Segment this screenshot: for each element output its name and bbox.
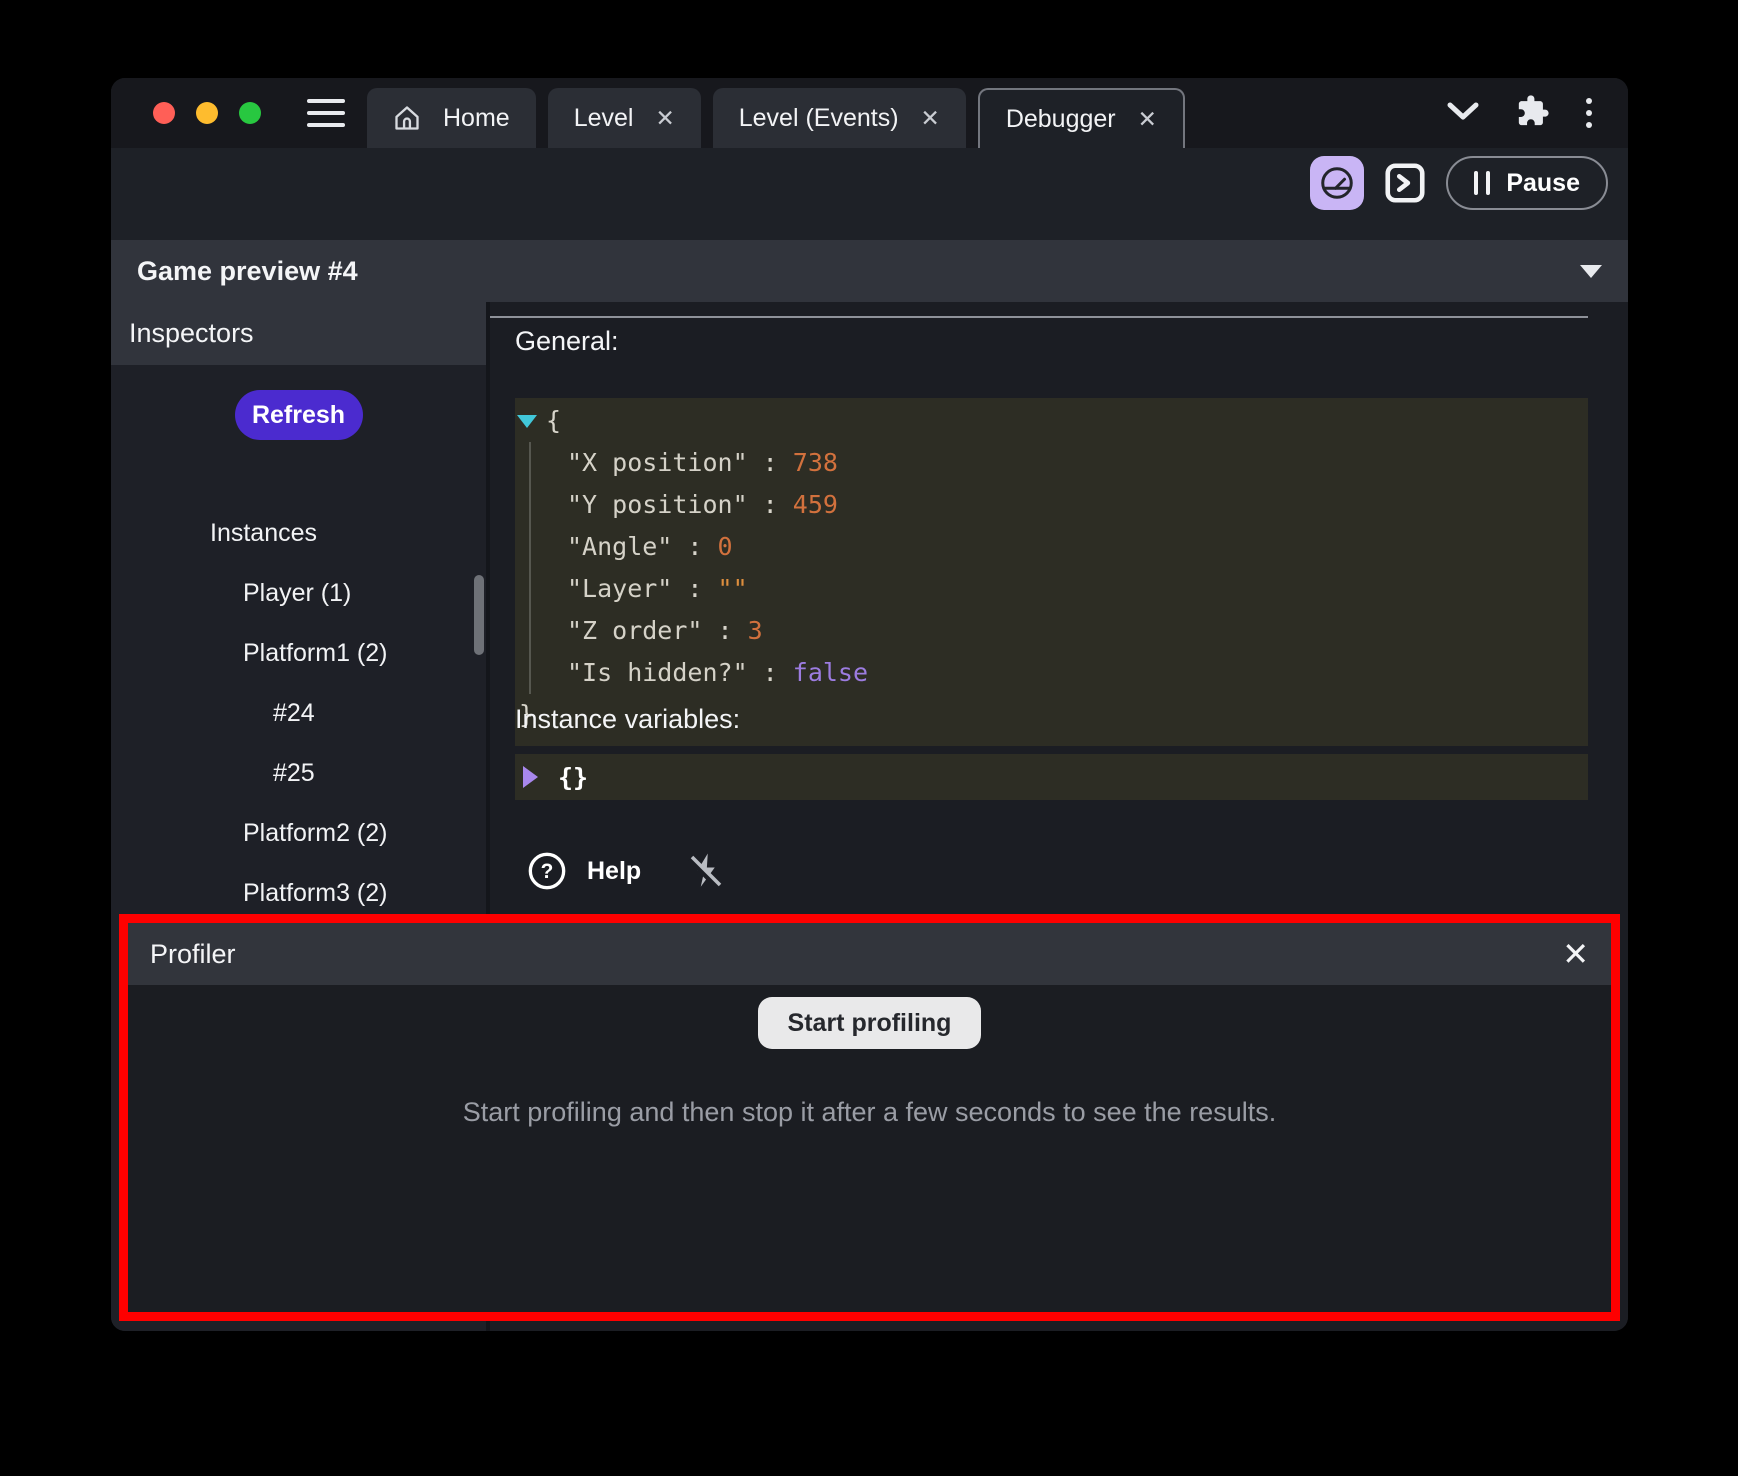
sidebar-item-platform2[interactable]: Platform2 (2)	[111, 803, 486, 863]
game-preview-header[interactable]: Game preview #4	[111, 240, 1628, 302]
flash-off-icon[interactable]	[685, 850, 727, 892]
json-value[interactable]: 3	[748, 616, 763, 645]
json-value[interactable]: false	[793, 658, 868, 687]
json-row: "Z order" : 3	[567, 610, 1588, 652]
profiler-description: Start profiling and then stop it after a…	[463, 1097, 1276, 1128]
help-label: Help	[587, 857, 641, 886]
profiler-body: Start profiling Start profiling and then…	[128, 985, 1611, 1128]
sidebar-item-instances[interactable]: Instances	[111, 503, 486, 563]
sidebar-scrollbar[interactable]	[474, 575, 484, 655]
menu-icon[interactable]	[307, 99, 345, 127]
instance-variables-viewer: {}	[515, 754, 1588, 800]
instance-variables-label: Instance variables:	[515, 704, 740, 735]
pause-button[interactable]: Pause	[1446, 156, 1608, 210]
zoom-window-button[interactable]	[239, 102, 261, 124]
tab-level-events[interactable]: Level (Events) ✕	[713, 88, 966, 148]
more-options-icon[interactable]	[1586, 98, 1592, 128]
sidebar-item-instance-24[interactable]: #24	[111, 683, 486, 743]
sidebar-item-platform1[interactable]: Platform1 (2)	[111, 623, 486, 683]
console-icon	[1382, 160, 1428, 206]
profiler-title: Profiler	[150, 939, 236, 970]
close-icon[interactable]: ✕	[655, 107, 674, 130]
variables-value: {}	[558, 763, 588, 792]
json-open-brace: {	[546, 400, 561, 442]
gauge-icon	[1319, 165, 1355, 201]
json-value[interactable]: 0	[718, 532, 733, 561]
traffic-lights	[153, 102, 261, 124]
tab-label: Level (Events)	[739, 104, 899, 133]
tab-label: Debugger	[1006, 105, 1116, 134]
home-icon	[393, 104, 421, 132]
app-window: Home Level ✕ Level (Events) ✕ Debugger ✕	[111, 78, 1628, 1331]
help-button[interactable]: ? Help	[527, 851, 641, 891]
json-value[interactable]: 738	[793, 448, 838, 477]
profiler-gauge-button[interactable]	[1310, 156, 1364, 210]
console-button[interactable]	[1380, 158, 1430, 208]
profiler-panel: Profiler ✕ Start profiling Start profili…	[119, 914, 1620, 1321]
help-row: ? Help	[527, 850, 727, 892]
json-row: "Angle" : 0	[567, 526, 1588, 568]
minimize-window-button[interactable]	[196, 102, 218, 124]
pause-icon	[1474, 171, 1490, 195]
close-window-button[interactable]	[153, 102, 175, 124]
tab-home[interactable]: Home	[367, 88, 536, 148]
close-icon[interactable]: ✕	[1138, 108, 1157, 131]
json-row: "Layer" : ""	[567, 568, 1588, 610]
chevron-down-icon[interactable]	[1446, 101, 1480, 126]
sidebar-item-player[interactable]: Player (1)	[111, 563, 486, 623]
game-preview-title: Game preview #4	[137, 256, 358, 287]
inspectors-header: Inspectors	[111, 302, 486, 365]
sidebar-item-instance-25[interactable]: #25	[111, 743, 486, 803]
question-circle-icon: ?	[527, 851, 567, 891]
tabbar-right-actions	[1446, 94, 1592, 133]
extensions-puzzle-icon[interactable]	[1516, 94, 1550, 133]
tab-label: Level	[574, 104, 634, 133]
tab-debugger[interactable]: Debugger ✕	[978, 88, 1185, 148]
general-label: General:	[515, 326, 619, 357]
tab-bar: Home Level ✕ Level (Events) ✕ Debugger ✕	[111, 78, 1628, 148]
svg-text:?: ?	[541, 860, 554, 883]
close-icon[interactable]: ✕	[1562, 938, 1589, 970]
general-json-viewer: { "X position" : 738 "Y position" : 459 …	[515, 398, 1588, 746]
collapse-caret-icon[interactable]	[1580, 265, 1602, 278]
tab-label: Home	[443, 104, 510, 133]
json-row: "X position" : 738	[567, 442, 1588, 484]
json-row: "Is hidden?" : false	[567, 652, 1588, 694]
expand-triangle-icon[interactable]	[517, 415, 537, 428]
json-value[interactable]: ""	[718, 574, 748, 603]
start-profiling-button[interactable]: Start profiling	[758, 997, 982, 1049]
inspectors-list: Refresh Instances Player (1) Platform1 (…	[111, 365, 486, 983]
close-icon[interactable]: ✕	[921, 107, 940, 130]
pause-label: Pause	[1506, 169, 1580, 198]
json-row: "Y position" : 459	[567, 484, 1588, 526]
profiler-header: Profiler ✕	[128, 923, 1611, 985]
refresh-button[interactable]: Refresh	[235, 390, 363, 440]
panel-top-divider	[490, 316, 1588, 318]
collapsed-triangle-icon[interactable]	[523, 766, 538, 788]
json-value[interactable]: 459	[793, 490, 838, 519]
tabs: Home Level ✕ Level (Events) ✕ Debugger ✕	[367, 78, 1197, 148]
debugger-toolbar: Pause	[111, 148, 1628, 218]
tab-level[interactable]: Level ✕	[548, 88, 701, 148]
